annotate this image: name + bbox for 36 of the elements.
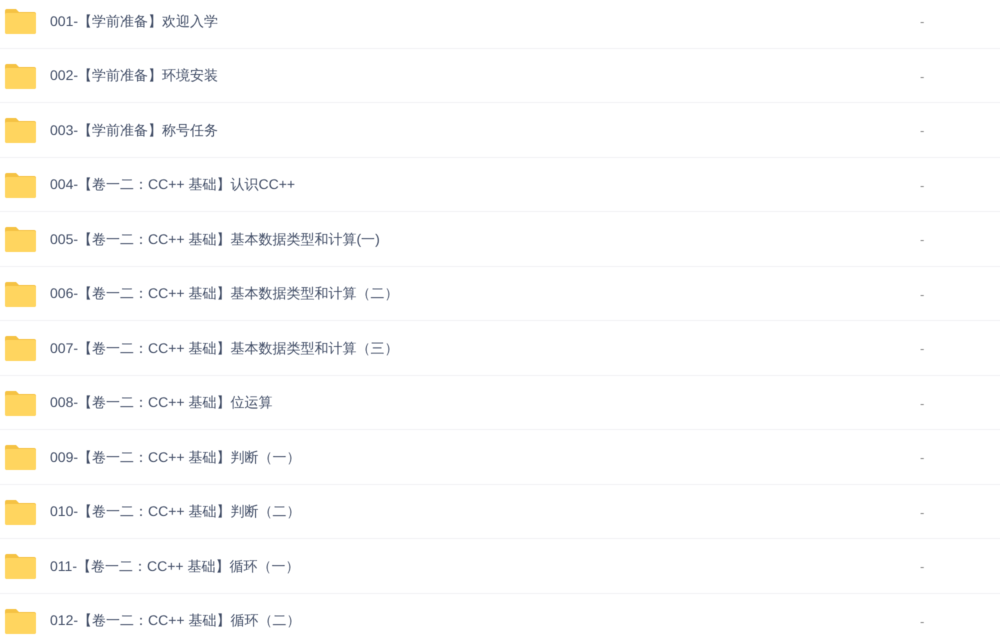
file-name[interactable]: 005-【卷一二：CC++ 基础】基本数据类型和计算(一) (50, 230, 920, 249)
file-name[interactable]: 008-【卷一二：CC++ 基础】位运算 (50, 394, 920, 412)
folder-icon (5, 172, 36, 198)
folder-icon (5, 445, 36, 470)
dash-text: - (920, 450, 926, 466)
folder-icon (5, 64, 36, 89)
file-name[interactable]: 001-【学前准备】欢迎入学 (50, 12, 920, 31)
dash-text: - (920, 68, 926, 84)
folder-icon (5, 118, 36, 144)
dash-text: - (920, 614, 926, 629)
folder-icon (5, 608, 36, 634)
file-name[interactable]: 004-【卷一二：CC++ 基础】认识CC++ (50, 176, 920, 194)
folder-icon (5, 554, 36, 580)
file-name[interactable]: 002-【学前准备】环境安装 (50, 67, 920, 86)
file-name[interactable]: 012-【卷一二：CC++ 基础】循环（二） (50, 612, 920, 630)
dash-text: - (920, 178, 926, 193)
file-name[interactable]: 006-【卷一二：CC++ 基础】基本数据类型和计算（二） (50, 285, 920, 304)
folder-icon (5, 500, 36, 525)
dash-text: - (920, 286, 926, 302)
folder-icon (5, 390, 36, 416)
file-name[interactable]: 010-【卷一二：CC++ 基础】判断（二） (50, 503, 920, 522)
file-name[interactable]: 009-【卷一二：CC++ 基础】判断（一） (50, 448, 920, 467)
dash-text: - (920, 396, 926, 411)
folder-icon (5, 336, 36, 362)
folder-icon (5, 282, 36, 307)
file-name[interactable]: 003-【学前准备】称号任务 (50, 122, 920, 140)
dash-text: - (920, 14, 926, 30)
dash-text: - (920, 232, 926, 248)
file-name[interactable]: 011-【卷一二：CC++ 基础】循环（一） (50, 558, 920, 576)
dash-text: - (920, 559, 926, 574)
folder-icon (5, 227, 36, 252)
dash-text: - (920, 341, 926, 356)
dash-text: - (920, 504, 926, 520)
folder-icon (5, 9, 36, 34)
dash-text: - (920, 123, 926, 138)
file-name[interactable]: 007-【卷一二：CC++ 基础】基本数据类型和计算（三） (50, 340, 920, 358)
